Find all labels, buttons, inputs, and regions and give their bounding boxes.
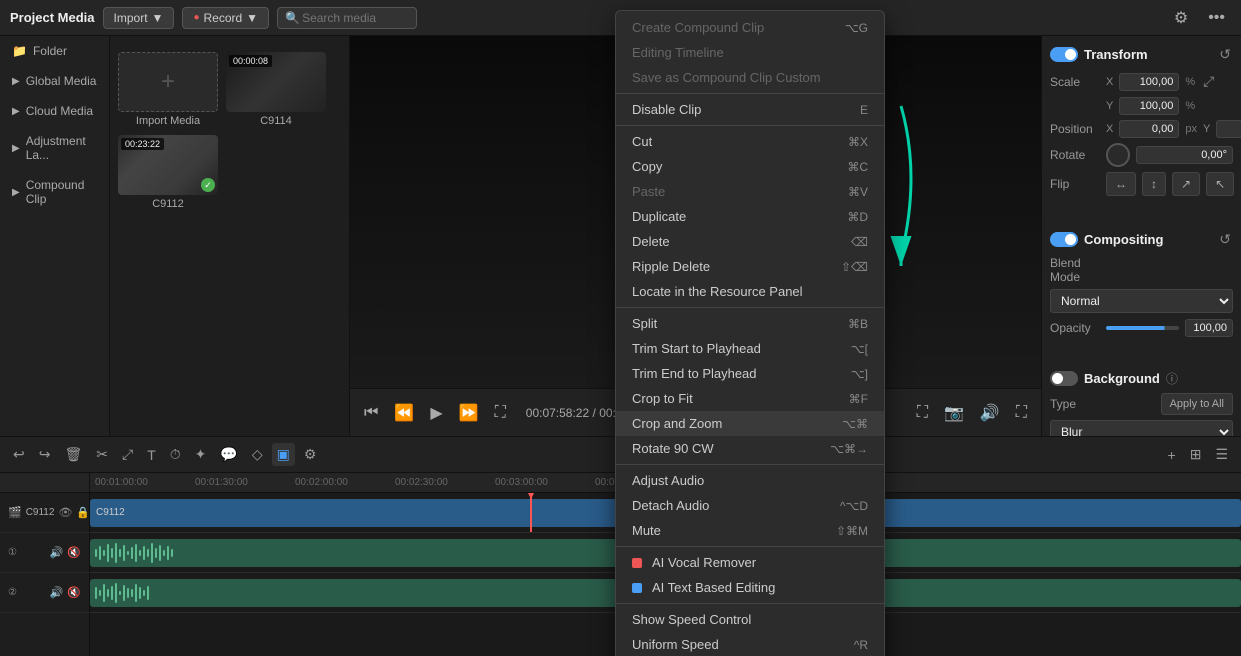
menu-item-editing-timeline: Editing Timeline bbox=[616, 40, 884, 65]
menu-shortcut-copy: ⌘C bbox=[847, 160, 868, 174]
menu-item-trim-start[interactable]: Trim Start to Playhead ⌥[ bbox=[616, 336, 884, 361]
menu-label-disable-clip: Disable Clip bbox=[632, 102, 701, 117]
menu-divider-3 bbox=[616, 307, 884, 308]
menu-label-create-compound: Create Compound Clip bbox=[632, 20, 764, 35]
menu-item-duplicate[interactable]: Duplicate ⌘D bbox=[616, 204, 884, 229]
menu-item-locate[interactable]: Locate in the Resource Panel bbox=[616, 279, 884, 304]
context-menu: Create Compound Clip ⌥G Editing Timeline… bbox=[615, 10, 885, 656]
menu-shortcut-trim-end: ⌥] bbox=[851, 367, 868, 381]
menu-item-cut[interactable]: Cut ⌘X bbox=[616, 129, 884, 154]
menu-shortcut-create-compound: ⌥G bbox=[845, 21, 868, 35]
menu-label-adjust-audio: Adjust Audio bbox=[632, 473, 704, 488]
menu-label-crop-to-fit: Crop to Fit bbox=[632, 391, 693, 406]
menu-item-create-compound[interactable]: Create Compound Clip ⌥G bbox=[616, 15, 884, 40]
menu-divider-1 bbox=[616, 93, 884, 94]
menu-label-uniform-speed: Uniform Speed bbox=[632, 637, 719, 652]
menu-label-trim-start: Trim Start to Playhead bbox=[632, 341, 761, 356]
menu-divider-2 bbox=[616, 125, 884, 126]
menu-item-split[interactable]: Split ⌘B bbox=[616, 311, 884, 336]
menu-shortcut-mute: ⇧⌘M bbox=[836, 524, 868, 538]
menu-item-trim-end[interactable]: Trim End to Playhead ⌥] bbox=[616, 361, 884, 386]
menu-item-show-speed[interactable]: Show Speed Control bbox=[616, 607, 884, 632]
menu-label-copy: Copy bbox=[632, 159, 662, 174]
context-menu-overlay[interactable]: Create Compound Clip ⌥G Editing Timeline… bbox=[0, 0, 1241, 656]
menu-item-detach-audio[interactable]: Detach Audio ^⌥D bbox=[616, 493, 884, 518]
menu-item-adjust-audio[interactable]: Adjust Audio bbox=[616, 468, 884, 493]
menu-shortcut-trim-start: ⌥[ bbox=[851, 342, 868, 356]
menu-item-crop-to-fit[interactable]: Crop to Fit ⌘F bbox=[616, 386, 884, 411]
menu-label-detach-audio: Detach Audio bbox=[632, 498, 709, 513]
menu-item-rotate-90[interactable]: Rotate 90 CW ⌥⌘→ bbox=[616, 436, 884, 461]
menu-shortcut-cut: ⌘X bbox=[848, 135, 868, 149]
menu-label-paste: Paste bbox=[632, 184, 665, 199]
menu-shortcut-crop-and-zoom: ⌥⌘ bbox=[842, 417, 868, 431]
menu-label-ai-text: AI Text Based Editing bbox=[632, 580, 775, 595]
menu-label-split: Split bbox=[632, 316, 657, 331]
menu-item-ripple-delete[interactable]: Ripple Delete ⇧⌫ bbox=[616, 254, 884, 279]
menu-shortcut-disable-clip: E bbox=[860, 103, 868, 117]
menu-label-locate: Locate in the Resource Panel bbox=[632, 284, 803, 299]
menu-item-save-custom: Save as Compound Clip Custom bbox=[616, 65, 884, 90]
menu-shortcut-duplicate: ⌘D bbox=[847, 210, 868, 224]
menu-shortcut-delete: ⌫ bbox=[851, 235, 868, 249]
menu-divider-5 bbox=[616, 546, 884, 547]
menu-label-ai-vocal: AI Vocal Remover bbox=[632, 555, 756, 570]
menu-divider-4 bbox=[616, 464, 884, 465]
menu-item-uniform-speed[interactable]: Uniform Speed ^R bbox=[616, 632, 884, 656]
menu-label-trim-end: Trim End to Playhead bbox=[632, 366, 757, 381]
menu-label-cut: Cut bbox=[632, 134, 652, 149]
menu-label-ripple-delete: Ripple Delete bbox=[632, 259, 710, 274]
menu-item-disable-clip[interactable]: Disable Clip E bbox=[616, 97, 884, 122]
menu-item-ai-vocal[interactable]: AI Vocal Remover bbox=[616, 550, 884, 575]
menu-shortcut-detach-audio: ^⌥D bbox=[840, 499, 868, 513]
menu-label-save-custom: Save as Compound Clip Custom bbox=[632, 70, 821, 85]
menu-divider-6 bbox=[616, 603, 884, 604]
menu-shortcut-split: ⌘B bbox=[848, 317, 868, 331]
menu-shortcut-paste: ⌘V bbox=[848, 185, 868, 199]
menu-item-mute[interactable]: Mute ⇧⌘M bbox=[616, 518, 884, 543]
menu-label-mute: Mute bbox=[632, 523, 661, 538]
ai-vocal-badge-icon bbox=[632, 558, 642, 568]
menu-item-ai-text[interactable]: AI Text Based Editing bbox=[616, 575, 884, 600]
menu-item-copy[interactable]: Copy ⌘C bbox=[616, 154, 884, 179]
menu-label-editing-timeline: Editing Timeline bbox=[632, 45, 724, 60]
menu-shortcut-rotate-90: ⌥⌘→ bbox=[830, 442, 868, 456]
menu-item-paste[interactable]: Paste ⌘V bbox=[616, 179, 884, 204]
ai-text-badge-icon bbox=[632, 583, 642, 593]
menu-label-crop-and-zoom: Crop and Zoom bbox=[632, 416, 722, 431]
menu-label-rotate-90: Rotate 90 CW bbox=[632, 441, 714, 456]
menu-label-delete: Delete bbox=[632, 234, 670, 249]
menu-shortcut-ripple-delete: ⇧⌫ bbox=[841, 260, 868, 274]
menu-shortcut-uniform-speed: ^R bbox=[854, 638, 868, 652]
menu-item-delete[interactable]: Delete ⌫ bbox=[616, 229, 884, 254]
menu-shortcut-crop-to-fit: ⌘F bbox=[849, 392, 868, 406]
menu-item-crop-and-zoom[interactable]: Crop and Zoom ⌥⌘ bbox=[616, 411, 884, 436]
menu-label-show-speed: Show Speed Control bbox=[632, 612, 751, 627]
menu-label-duplicate: Duplicate bbox=[632, 209, 686, 224]
